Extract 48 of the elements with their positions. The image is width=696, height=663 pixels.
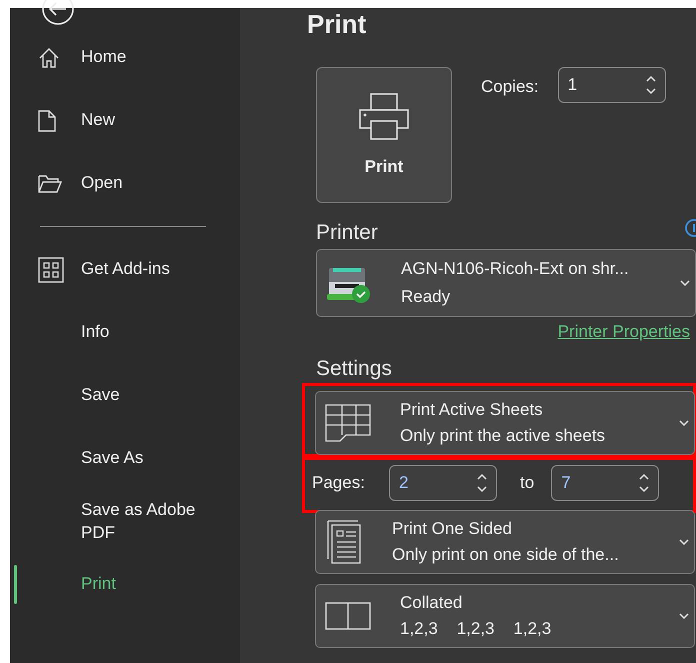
chevron-down-icon — [679, 420, 689, 426]
printer-properties-link[interactable]: Printer Properties — [558, 322, 690, 342]
printer-status: Ready — [401, 287, 452, 307]
sidebar-item[interactable]: Home — [10, 26, 240, 89]
spinner-arrows-icon[interactable] — [644, 74, 657, 96]
section-heading: Settings — [316, 356, 393, 382]
printer-dropdown[interactable]: AGN-N106-Ricoh-Ext on shr... Ready — [316, 249, 696, 317]
folder-icon — [38, 174, 62, 192]
back-icon[interactable] — [41, 0, 75, 26]
sidebar-item[interactable]: New — [10, 89, 240, 152]
page-from-field[interactable]: 2 — [389, 465, 497, 501]
setting-title: Collated — [400, 593, 464, 613]
setting-title: Print Active Sheets — [400, 400, 544, 420]
spinner-arrows-icon[interactable] — [638, 472, 650, 494]
setting-title: Print One Sided — [392, 519, 514, 539]
grid-icon — [38, 256, 64, 282]
sidebar-item[interactable]: Save as Adobe PDF — [10, 490, 240, 553]
printer-icon — [359, 93, 409, 141]
copies-label: Copies: — [481, 77, 539, 97]
settings-dropdown[interactable]: Print Active Sheets Only print the active sheets — [315, 391, 695, 455]
sidebar-item[interactable]: Info — [10, 301, 240, 364]
setting-description: Only print on one side of the... — [392, 545, 620, 565]
section-heading: Printer — [316, 221, 378, 245]
sheet-grid-icon — [324, 403, 372, 443]
home-icon — [38, 46, 60, 68]
to-label: to — [520, 473, 534, 493]
sidebar-item[interactable]: Print — [10, 553, 240, 616]
chevron-down-icon — [680, 280, 690, 286]
chevron-down-icon — [679, 539, 689, 545]
setting-description: 1,2,3 1,2,3 1,2,3 — [400, 619, 552, 639]
copies-field[interactable]: 1 — [558, 67, 666, 103]
settings-dropdown[interactable]: Print One Sided Only print on one side of the... — [315, 510, 695, 574]
settings-dropdown[interactable]: Collated 1,2,3 1,2,3 1,2,3 — [315, 584, 695, 648]
sidebar-item[interactable]: Save As — [10, 427, 240, 490]
page-to-field[interactable]: 7 — [551, 465, 660, 501]
setting-description: Only print the active sheets — [400, 426, 606, 446]
pages-label: Pages: — [312, 473, 366, 493]
sidebar-item[interactable]: Open — [10, 152, 240, 215]
info-icon[interactable] — [684, 219, 696, 237]
sidebar-item[interactable]: Save — [10, 364, 240, 427]
document-icon — [38, 110, 56, 132]
printer-name: AGN-N106-Ricoh-Ext on shr... — [401, 259, 630, 279]
chevron-down-icon — [679, 613, 689, 619]
two-pages-icon — [324, 601, 372, 631]
sidebar-item[interactable]: Get Add-ins — [10, 238, 240, 301]
page-title: Print — [307, 8, 368, 41]
print-button[interactable]: Print — [316, 67, 452, 203]
spinner-arrows-icon[interactable] — [476, 472, 488, 494]
